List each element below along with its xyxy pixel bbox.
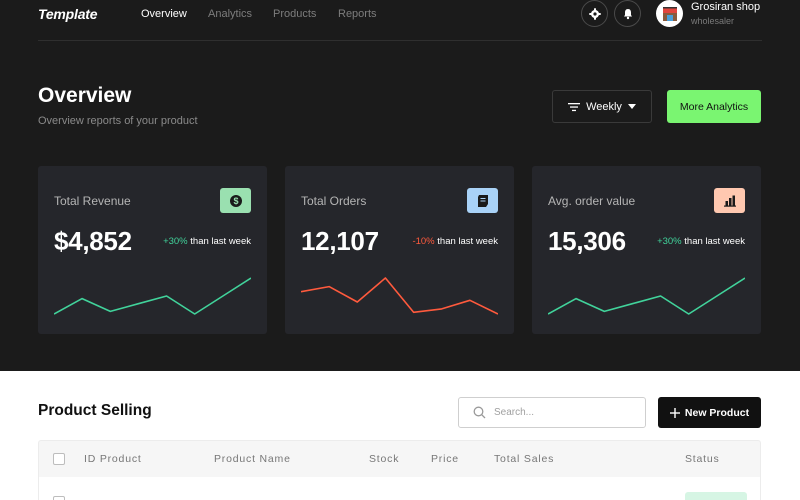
dollar-icon: $ (229, 194, 242, 207)
stat-value: $4,852 (54, 226, 132, 256)
column-total-sales[interactable]: Total Sales (494, 453, 554, 465)
dashboard-header-area: Template Overview Analytics Products Rep… (0, 0, 800, 371)
period-label: Weekly (586, 100, 622, 113)
stat-change-percent: +30% (163, 236, 188, 247)
column-product-name[interactable]: Product Name (214, 453, 291, 465)
sparkline-avg-order (548, 277, 745, 315)
nav-products[interactable]: Products (273, 8, 316, 20)
stat-title: Total Revenue (54, 194, 131, 208)
period-dropdown[interactable]: Weekly (552, 90, 652, 123)
bar-chart-icon (723, 195, 736, 207)
caret-down-icon (627, 104, 636, 109)
settings-button[interactable] (581, 0, 608, 27)
stat-change-text: than last week (190, 236, 251, 247)
stat-value: 15,306 (548, 226, 626, 256)
sparkline-series (54, 277, 251, 315)
notifications-button[interactable] (614, 0, 641, 27)
nav-reports[interactable]: Reports (338, 8, 377, 20)
stat-card-revenue: Total Revenue $ $4,852 +30% than last we… (38, 166, 267, 334)
stat-change: -10% than last week (412, 236, 498, 247)
more-analytics-button[interactable]: More Analytics (667, 90, 761, 123)
search-box[interactable] (458, 397, 646, 428)
stat-change: +30% than last week (163, 236, 251, 247)
stat-change: +30% than last week (657, 236, 745, 247)
column-price[interactable]: Price (431, 453, 459, 465)
stat-icon-box (714, 188, 745, 213)
stat-title: Total Orders (301, 194, 367, 208)
new-product-label: New Product (684, 406, 750, 419)
stat-change-percent: -10% (412, 236, 435, 247)
sparkline-orders (301, 277, 498, 315)
page-title: Overview (38, 84, 132, 107)
stat-card-avg-order: Avg. order value 15,306 +30% than last w… (532, 166, 761, 334)
plus-icon (669, 407, 680, 418)
new-product-button[interactable]: New Product (658, 397, 761, 428)
stat-icon-box (467, 188, 498, 213)
column-stock[interactable]: Stock (369, 453, 399, 465)
search-icon (473, 406, 486, 419)
user-name: Grosiran shop (691, 1, 761, 13)
sparkline-series (301, 277, 498, 315)
search-input[interactable] (494, 407, 634, 418)
gear-icon (588, 7, 601, 20)
table-row (38, 477, 761, 500)
app-logo[interactable]: Template (38, 6, 98, 22)
table-header: ID Product Product Name Stock Price Tota… (38, 440, 761, 477)
column-id-product[interactable]: ID Product (84, 453, 142, 465)
avatar[interactable] (656, 0, 683, 27)
stat-change-text: than last week (684, 236, 745, 247)
status-badge (685, 492, 747, 500)
select-all-checkbox[interactable] (53, 453, 65, 465)
bell-icon (623, 8, 632, 19)
sparkline-revenue (54, 277, 251, 315)
stat-change-percent: +30% (657, 236, 682, 247)
receipt-icon (477, 194, 488, 207)
svg-text:$: $ (233, 196, 238, 206)
nav-analytics[interactable]: Analytics (208, 8, 252, 20)
stat-card-orders: Total Orders 12,107 -10% than last week (285, 166, 514, 334)
page-subtitle: Overview reports of your product (38, 115, 198, 127)
nav-divider (38, 40, 762, 41)
sparkline-series (548, 277, 745, 315)
nav-overview[interactable]: Overview (141, 8, 187, 20)
stat-change-text: than last week (437, 236, 498, 247)
shop-icon (662, 6, 677, 21)
section-title: Product Selling (38, 402, 152, 419)
stat-title: Avg. order value (548, 194, 636, 208)
stat-icon-box: $ (220, 188, 251, 213)
filter-icon (568, 102, 581, 111)
column-status[interactable]: Status (685, 453, 720, 465)
stat-value: 12,107 (301, 226, 379, 256)
user-role: wholesaler (691, 16, 735, 26)
row-checkbox[interactable] (53, 496, 65, 500)
